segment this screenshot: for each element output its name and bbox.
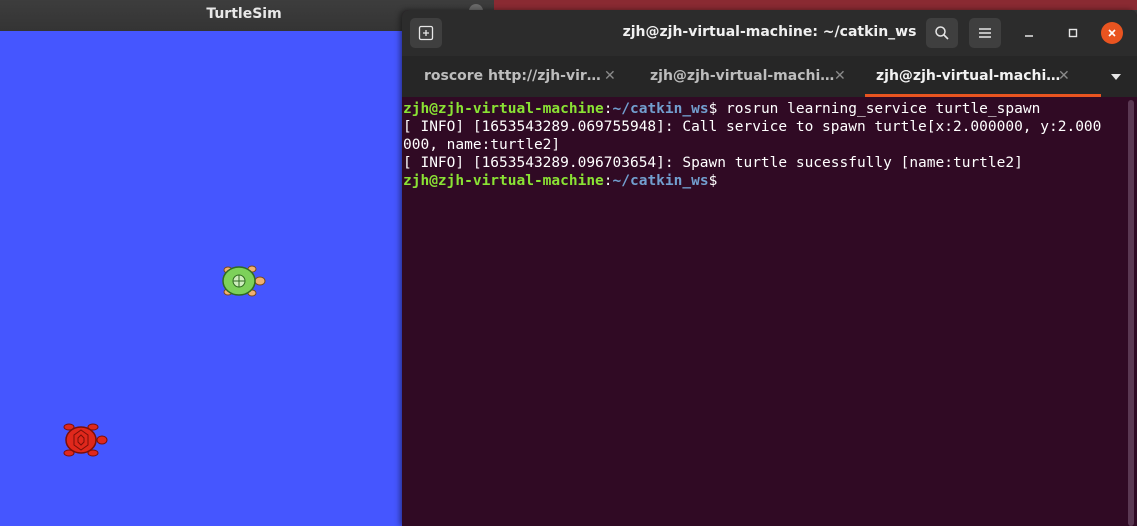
maximize-icon[interactable]: [1062, 22, 1084, 44]
tab-terminal-2[interactable]: zjh@zjh-virtual-machi… ✕: [628, 56, 864, 97]
hamburger-menu-icon[interactable]: [969, 18, 1001, 48]
tab-bar: roscore http://zjh-vir… ✕ zjh@zjh-virtua…: [402, 56, 1137, 97]
terminal-line: zjh@zjh-virtual-machine:~/catkin_ws$ ros…: [403, 100, 1040, 118]
red-turtle-icon: [63, 423, 108, 457]
terminal-title: zjh@zjh-virtual-machine: ~/catkin_ws: [622, 24, 917, 40]
terminal-header[interactable]: zjh@zjh-virtual-machine: ~/catkin_ws: [402, 10, 1137, 56]
tab-label: zjh@zjh-virtual-machi…: [650, 68, 835, 84]
turtlesim-canvas: [0, 31, 402, 526]
chevron-down-icon[interactable]: [1105, 56, 1127, 97]
terminal-line: zjh@zjh-virtual-machine:~/catkin_ws$: [403, 172, 717, 190]
search-icon[interactable]: [926, 18, 958, 48]
terminal-window: zjh@zjh-virtual-machine: ~/catkin_ws ros…: [402, 10, 1137, 526]
prompt-separator: :: [603, 101, 613, 117]
terminal-line: [ INFO] [1653543289.069755948]: Call ser…: [403, 119, 1102, 135]
green-turtle-icon: [222, 265, 266, 297]
command-text: $ rosrun learning_service turtle_spawn: [708, 101, 1041, 117]
tab-label: roscore http://zjh-vir…: [424, 68, 601, 84]
prompt-user: zjh@zjh-virtual-machine: [403, 173, 604, 189]
prompt-path: ~/catkin_ws: [612, 101, 709, 117]
prompt-separator: :: [603, 173, 613, 189]
prompt-user: zjh@zjh-virtual-machine: [403, 101, 604, 117]
minimize-icon[interactable]: [1018, 22, 1040, 44]
tab-close-icon[interactable]: ✕: [834, 56, 846, 96]
terminal-line: 000, name:turtle2]: [403, 137, 561, 153]
terminal-line: [ INFO] [1653543289.096703654]: Spawn tu…: [403, 155, 1023, 171]
tab-roscore[interactable]: roscore http://zjh-vir… ✕: [402, 56, 632, 97]
background-window-edge: [494, 0, 1137, 10]
tab-close-icon[interactable]: ✕: [604, 56, 616, 96]
tab-label: zjh@zjh-virtual-machi…: [876, 68, 1061, 84]
tab-close-icon[interactable]: ✕: [1058, 56, 1070, 96]
tab-terminal-3[interactable]: zjh@zjh-virtual-machi… ✕: [865, 56, 1101, 97]
new-tab-icon[interactable]: [410, 18, 442, 48]
close-icon[interactable]: [1101, 22, 1123, 44]
scrollbar[interactable]: [1128, 100, 1134, 526]
prompt-path: ~/catkin_ws: [612, 173, 709, 189]
prompt-end: $: [708, 173, 718, 189]
terminal-output[interactable]: zjh@zjh-virtual-machine:~/catkin_ws$ ros…: [402, 97, 1125, 526]
